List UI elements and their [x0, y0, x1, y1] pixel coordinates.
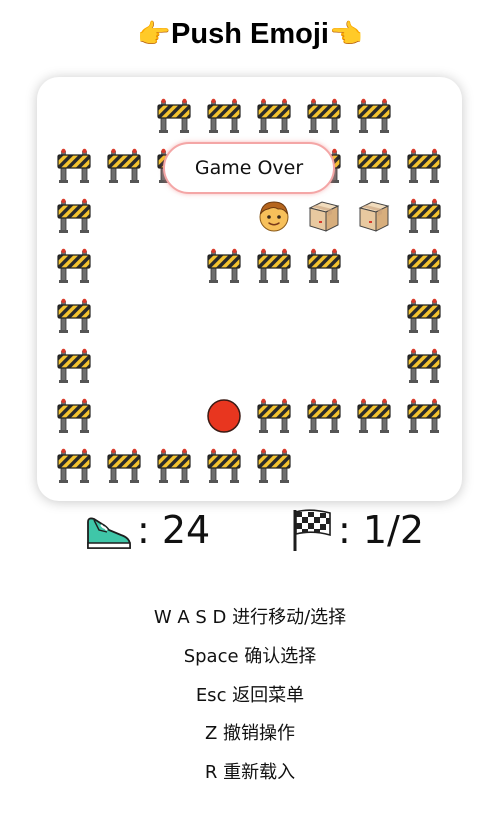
boy-face-icon [256, 198, 292, 234]
construction-barrier-icon [356, 398, 392, 434]
construction-barrier-icon [406, 148, 442, 184]
steps-counter: : 24 [85, 505, 210, 555]
construction-barrier-icon [106, 148, 142, 184]
game-over-text: Game Over [194, 157, 304, 179]
help-reload: R 重新载入 [204, 762, 296, 783]
package-icon [356, 198, 392, 234]
pointing-right-icon: 👉 [137, 19, 172, 50]
package-icon [306, 198, 342, 234]
running-shoe-icon [85, 508, 133, 552]
steps-value: : 24 [137, 508, 211, 552]
construction-barrier-icon [56, 448, 92, 484]
construction-barrier-icon [256, 98, 292, 134]
help-undo: Z 撤销操作 [204, 723, 296, 744]
construction-barrier-icon [306, 98, 342, 134]
construction-barrier-icon [406, 248, 442, 284]
construction-barrier-icon [406, 398, 442, 434]
checkered-flag-icon [290, 507, 334, 553]
construction-barrier-icon [206, 448, 242, 484]
construction-barrier-icon [356, 148, 392, 184]
construction-barrier-icon [56, 248, 92, 284]
construction-barrier-icon [106, 448, 142, 484]
construction-barrier-icon [56, 298, 92, 334]
construction-barrier-icon [56, 348, 92, 384]
help-confirm: Space 确认选择 [183, 646, 317, 667]
construction-barrier-icon [206, 98, 242, 134]
construction-barrier-icon [56, 398, 92, 434]
construction-barrier-icon [256, 448, 292, 484]
help-menu: Esc 返回菜单 [195, 685, 305, 706]
construction-barrier-icon [406, 298, 442, 334]
game-title-text: Push Emoji [171, 18, 329, 50]
construction-barrier-icon [356, 98, 392, 134]
construction-barrier-icon [406, 198, 442, 234]
level-counter: : 1/2 [290, 505, 424, 555]
construction-barrier-icon [406, 348, 442, 384]
construction-barrier-icon [256, 248, 292, 284]
game-board[interactable] [37, 77, 462, 501]
game-screen: 👉Push Emoji👈 Game Over : 24: 1/2 W A S … [0, 0, 500, 827]
construction-barrier-icon [156, 98, 192, 134]
construction-barrier-icon [306, 248, 342, 284]
construction-barrier-icon [156, 448, 192, 484]
construction-barrier-icon [56, 148, 92, 184]
game-over-banner: Game Over [163, 142, 335, 194]
game-title: 👉Push Emoji👈 [0, 14, 500, 55]
help-move: W A S D 进行移动/选择 [153, 607, 347, 628]
construction-barrier-icon [306, 398, 342, 434]
construction-barrier-icon [256, 398, 292, 434]
construction-barrier-icon [56, 198, 92, 234]
construction-barrier-icon [206, 248, 242, 284]
level-value: : 1/2 [338, 508, 425, 552]
pointing-left-icon: 👈 [328, 19, 363, 50]
red-circle-icon [206, 398, 242, 434]
